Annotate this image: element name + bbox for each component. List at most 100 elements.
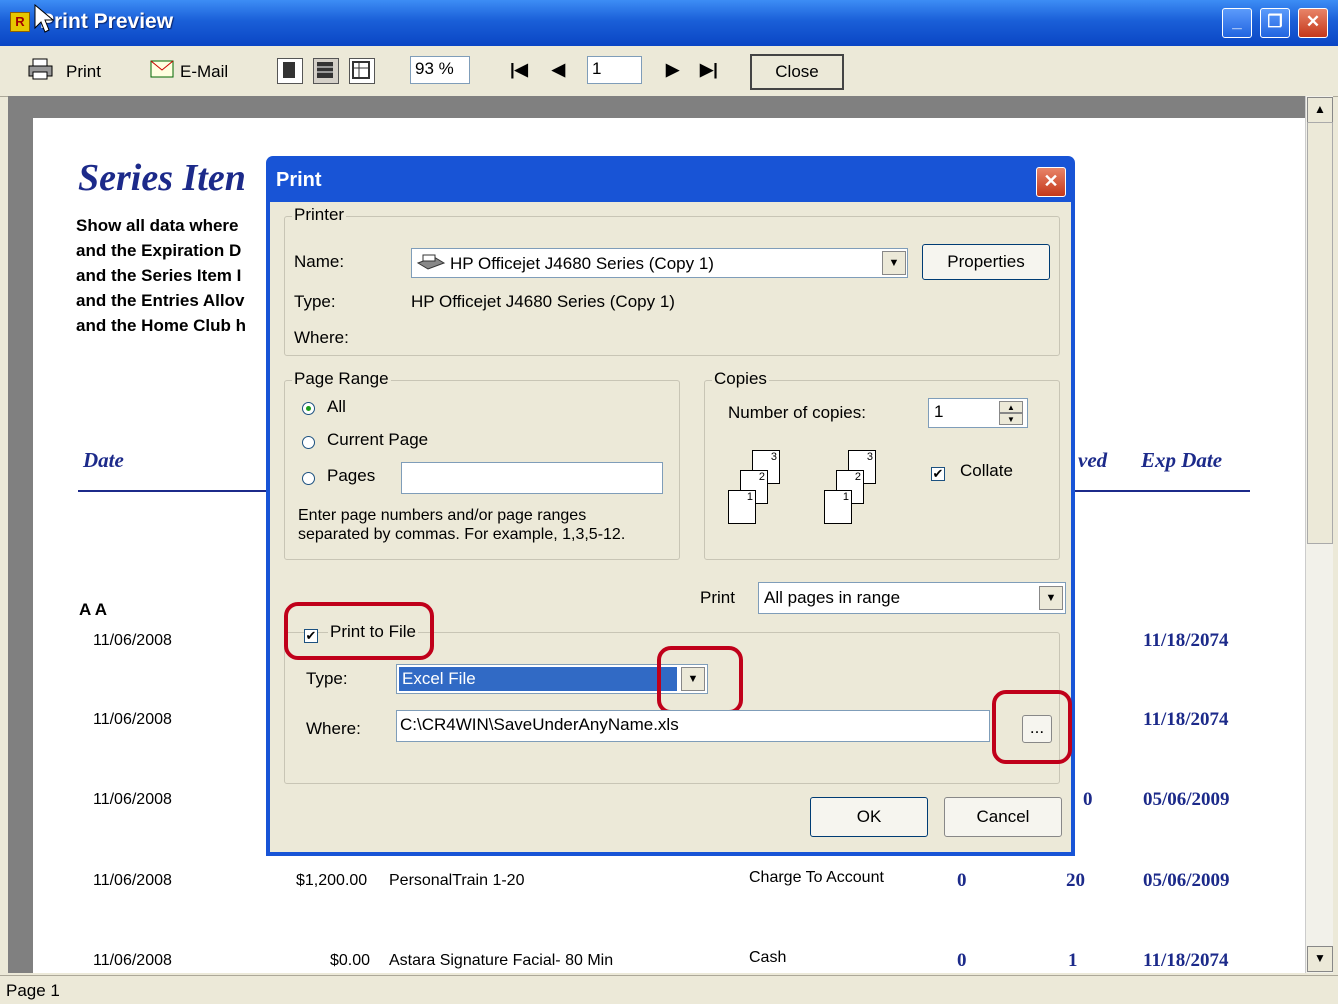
cancel-button[interactable]: Cancel [944,797,1062,837]
collate-checkbox[interactable]: ✔ [931,467,945,481]
row-amount: $1,200.00 [296,872,368,889]
spin-down-icon[interactable]: ▼ [999,413,1023,425]
printer-type-value: HP Officejet J4680 Series (Copy 1) [411,292,675,311]
pages-hint-line-1: Enter page numbers and/or page ranges [298,507,587,524]
mouse-cursor-icon [34,3,55,34]
properties-button[interactable]: Properties [922,244,1050,280]
zoom-field[interactable]: 93 % [410,56,470,84]
criteria-line-1: Show all data where [76,216,239,235]
printer-where-label: Where: [294,328,349,347]
row-entries-used: 0 [957,950,967,971]
column-header-date: Date [83,448,124,472]
full-page-view-icon[interactable] [313,58,339,84]
radio-current-page-label[interactable]: Current Page [327,430,428,450]
file-type-label: Type: [306,669,348,688]
row-exp-date: 11/18/2074 [1143,630,1229,651]
collate-icon: 321 [726,450,796,540]
printer-group [284,216,1060,356]
print-option-select[interactable]: All pages in range ▼ [758,582,1066,614]
page-number-field[interactable]: 1 [587,56,642,84]
radio-pages[interactable] [302,472,315,485]
row-entries-allowed: 0 [1083,789,1093,810]
dialog-body: Printer Name: HP Officejet J4680 Series … [270,202,1072,852]
dialog-close-button[interactable]: ✕ [1036,167,1066,197]
next-page-icon[interactable]: ▶ [666,60,679,80]
chevron-down-icon[interactable]: ▼ [882,251,906,275]
window-title: Print Preview [40,10,174,33]
report-title: Series Iten [78,157,246,199]
collate-icon: 321 [822,450,892,540]
row-date: 11/06/2008 [93,872,172,889]
printer-icon [416,253,446,278]
file-path-input[interactable]: C:\CR4WIN\SaveUnderAnyName.xls [396,710,990,742]
minimize-button[interactable]: _ [1222,8,1252,38]
criteria-line-5: and the Home Club h [76,316,246,335]
row-entries-used: 0 [957,870,967,891]
print-option-value: All pages in range [764,588,901,607]
status-page: Page 1 [6,981,60,1000]
printer-type-label: Type: [294,292,336,311]
row-date: 11/06/2008 [93,632,172,649]
criteria-line-2: and the Expiration D [76,241,242,260]
restore-button[interactable]: ❐ [1260,8,1290,38]
row-exp-date: 11/18/2074 [1143,950,1229,971]
vertical-scrollbar[interactable]: ▲ ▼ [1305,96,1333,973]
collate-label[interactable]: Collate [960,461,1013,481]
printer-icon[interactable] [28,58,54,80]
column-header-used: ved [1078,448,1108,472]
group-label: A A [79,600,108,619]
highlight-browse-button [992,690,1072,764]
toolbar: Print E-Mail 93 % |◀ ◀ 1 ▶ ▶| Close [0,46,1338,97]
radio-pages-label[interactable]: Pages [327,466,375,486]
print-option-label: Print [700,588,735,607]
radio-all-label[interactable]: All [327,397,346,417]
dialog-title: Print [276,169,322,191]
radio-current-page[interactable] [302,436,315,449]
email-button[interactable]: E-Mail [180,62,228,82]
radio-all[interactable] [302,402,315,415]
status-bar: Page 1 [0,975,1338,1004]
spin-up-icon[interactable]: ▲ [999,401,1023,413]
close-window-button[interactable]: ✕ [1298,8,1328,38]
highlight-print-to-file [284,602,434,660]
printer-name-label: Name: [294,252,345,271]
printer-name-select[interactable]: HP Officejet J4680 Series (Copy 1) ▼ [411,248,908,278]
row-amount: $0.00 [330,952,371,969]
print-button[interactable]: Print [66,62,101,82]
row-entries-allowed: 1 [1068,950,1078,971]
row-exp-date: 05/06/2009 [1143,789,1230,810]
scroll-up-icon[interactable]: ▲ [1307,97,1333,123]
row-date: 11/06/2008 [93,711,172,728]
first-page-icon[interactable]: |◀ [510,60,528,80]
scroll-down-icon[interactable]: ▼ [1307,946,1333,972]
page-range-group-label: Page Range [292,369,391,389]
printer-group-label: Printer [292,205,347,225]
app-icon: R [10,12,30,32]
email-icon[interactable] [150,60,174,78]
row-exp-date: 11/18/2074 [1143,709,1229,730]
chevron-down-icon[interactable]: ▼ [1039,586,1063,610]
close-preview-button[interactable]: Close [750,54,844,90]
row-exp-date: 05/06/2009 [1143,870,1230,891]
file-type-value: Excel File [399,667,677,691]
row-payment: Charge To Account [749,869,884,886]
number-of-copies-label: Number of copies: [728,403,866,422]
printer-name-value: HP Officejet J4680 Series (Copy 1) [450,254,714,273]
ok-button[interactable]: OK [810,797,928,837]
last-page-icon[interactable]: ▶| [700,60,718,80]
highlight-file-type-dropdown [657,646,743,714]
file-path-value: C:\CR4WIN\SaveUnderAnyName.xls [400,715,679,734]
single-page-view-icon[interactable] [277,58,303,84]
copies-spinner[interactable]: 1 ▲ ▼ [928,398,1028,428]
scroll-thumb[interactable] [1307,122,1333,544]
row-date: 11/06/2008 [93,952,172,969]
file-where-label: Where: [306,719,361,738]
row-payment: Cash [749,949,787,966]
previous-page-icon[interactable]: ◀ [552,60,565,80]
row-item: Astara Signature Facial- 80 Min [389,952,614,969]
multi-page-view-icon[interactable] [349,58,375,84]
pages-input[interactable] [401,462,663,494]
column-header-exp-date: Exp Date [1141,448,1223,472]
copies-value: 1 [934,402,944,421]
criteria-line-4: and the Entries Allov [76,291,245,310]
